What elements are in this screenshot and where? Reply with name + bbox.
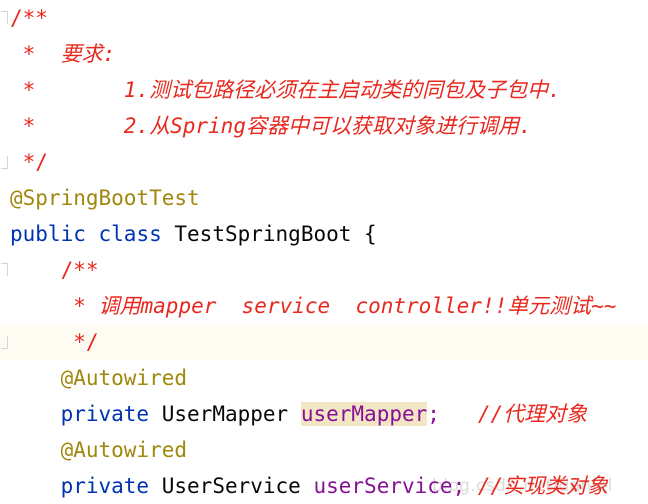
code-token: ; [427,402,478,426]
code-token: * [73,294,99,318]
code-token: 2.从Spring容器中可以获取对象进行调用. [47,114,532,138]
code-token: * [22,42,48,66]
code-token: /** [60,258,99,282]
code-line[interactable]: * 2.从Spring容器中可以获取对象进行调用. [0,108,648,144]
code-token: /** [10,6,48,30]
code-line[interactable]: public class TestSpringBoot { [0,216,648,252]
code-line[interactable]: private UserService userService; //实现类对象 [0,468,648,504]
code-token: @Autowired [60,366,188,390]
code-editor[interactable]: blog.csdn.net/daniel /** * 要求: * 1.测试包路径… [0,0,648,504]
code-token: @SpringBootTest [10,186,200,210]
code-token: private [60,402,150,426]
code-token: //实现类对象 [477,474,609,498]
code-token: userService [313,474,453,498]
code-line[interactable]: @SpringBootTest [0,180,648,216]
code-token: */ [73,330,99,354]
code-lines-container[interactable]: /** * 要求: * 1.测试包路径必须在主启动类的同包及子包中. * 2.从… [0,0,648,504]
code-token: @Autowired [60,438,188,462]
code-token: public [10,222,86,246]
code-token: userMapper [300,402,428,426]
code-token: private [60,474,150,498]
code-line[interactable]: /** [0,0,648,36]
code-token: ; [452,474,478,498]
code-token: UserService [161,474,301,498]
code-token: 1.测试包路径必须在主启动类的同包及子包中. [47,78,561,102]
code-line[interactable]: * 调用mapper service controller!!单元测试~~ [0,288,648,324]
code-line[interactable]: /** [0,252,648,288]
code-token: */ [22,150,48,174]
code-token: //代理对象 [477,402,588,426]
code-token: TestSpringBoot [174,222,352,246]
code-line[interactable]: * 1.测试包路径必须在主启动类的同包及子包中. [0,72,648,108]
code-line[interactable]: @Autowired [0,360,648,396]
code-line[interactable]: * 要求: [0,36,648,72]
code-token: 调用mapper service controller!!单元测试~~ [98,294,617,318]
code-token: * [22,114,48,138]
code-token: { [351,222,377,246]
code-line[interactable]: @Autowired [0,432,648,468]
code-token: UserMapper [161,402,289,426]
code-token: class [98,222,162,246]
code-token: 要求: [47,42,116,66]
code-token: * [22,78,48,102]
code-line[interactable]: */ [0,324,648,360]
code-line[interactable]: private UserMapper userMapper; //代理对象 [0,396,648,432]
code-line[interactable]: */ [0,144,648,180]
